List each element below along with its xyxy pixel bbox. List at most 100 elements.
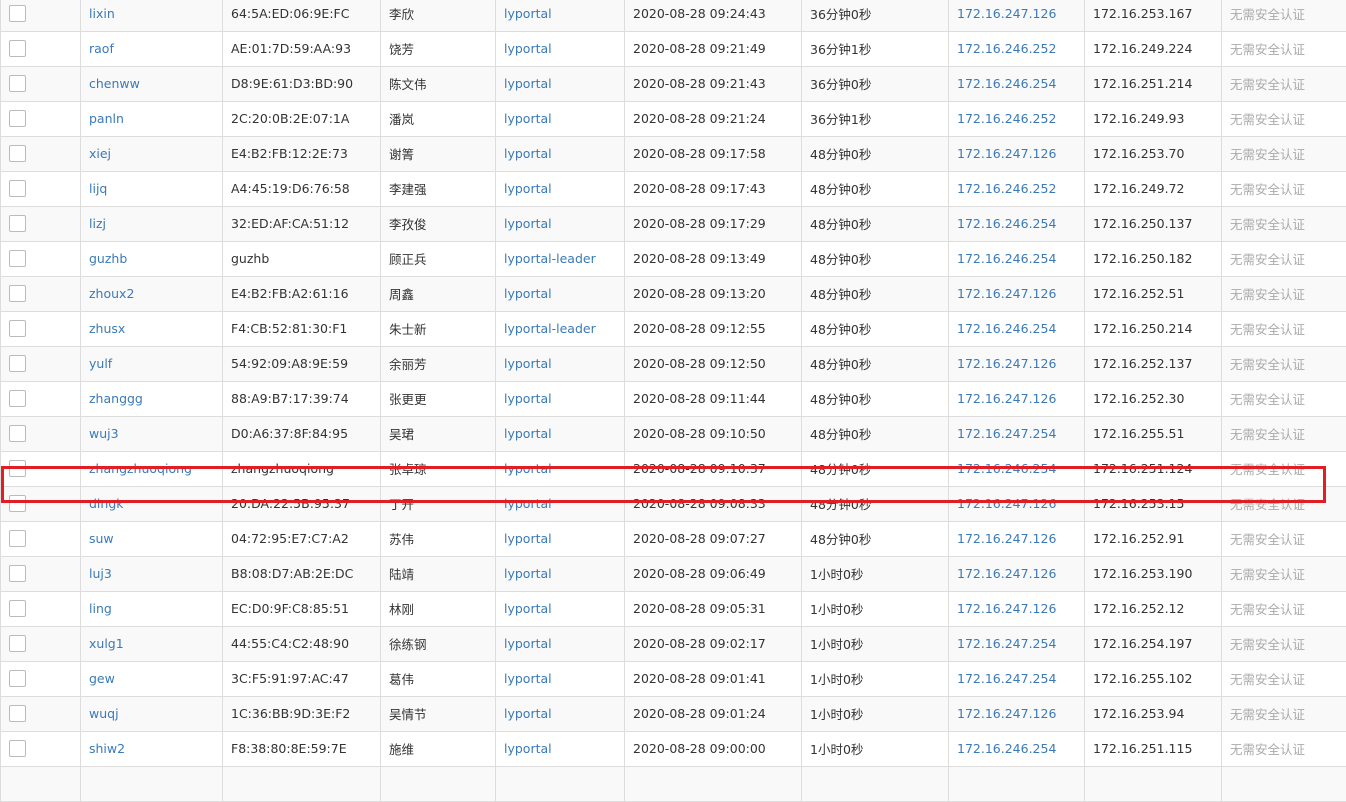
group-link[interactable]: lyportal: [504, 286, 552, 301]
nas-ip-link[interactable]: 172.16.246.254: [957, 321, 1056, 336]
username-link[interactable]: panln: [89, 111, 124, 126]
group-link[interactable]: lyportal: [504, 6, 552, 21]
nas-ip-link[interactable]: 172.16.246.252: [957, 181, 1056, 196]
table-row[interactable]: wuj3 D0:A6:37:8F:84:95 吴珺 lyportal 2020-…: [1, 416, 1346, 451]
group-link[interactable]: lyportal: [504, 496, 552, 511]
table-row[interactable]: zhanggg 88:A9:B7:17:39:74 张更更 lyportal 2…: [1, 381, 1346, 416]
nas-ip-link[interactable]: 172.16.247.126: [957, 356, 1056, 371]
username-link[interactable]: zhusx: [89, 321, 125, 336]
row-checkbox[interactable]: [9, 285, 26, 302]
username-link[interactable]: lizj: [89, 216, 106, 231]
username-link[interactable]: lixin: [89, 6, 115, 21]
table-row[interactable]: shiw2 F8:38:80:8E:59:7E 施维 lyportal 2020…: [1, 731, 1346, 766]
group-link[interactable]: lyportal: [504, 566, 552, 581]
row-checkbox[interactable]: [9, 600, 26, 617]
row-checkbox[interactable]: [9, 705, 26, 722]
table-row[interactable]: lixin 64:5A:ED:06:9E:FC 李欣 lyportal 2020…: [1, 0, 1346, 31]
group-link[interactable]: lyportal: [504, 601, 552, 616]
table-row[interactable]: raof AE:01:7D:59:AA:93 饶芳 lyportal 2020-…: [1, 31, 1346, 66]
nas-ip-link[interactable]: 172.16.247.126: [957, 496, 1056, 511]
group-link[interactable]: lyportal: [504, 531, 552, 546]
group-link[interactable]: lyportal: [504, 76, 552, 91]
row-checkbox[interactable]: [9, 565, 26, 582]
group-link[interactable]: lyportal: [504, 391, 552, 406]
nas-ip-link[interactable]: 172.16.246.254: [957, 216, 1056, 231]
username-link[interactable]: xiej: [89, 146, 111, 161]
table-row[interactable]: lizj 32:ED:AF:CA:51:12 李孜俊 lyportal 2020…: [1, 206, 1346, 241]
group-link[interactable]: lyportal-leader: [504, 251, 596, 266]
row-checkbox[interactable]: [9, 740, 26, 757]
username-link[interactable]: raof: [89, 41, 114, 56]
table-row[interactable]: ling EC:D0:9F:C8:85:51 林刚 lyportal 2020-…: [1, 591, 1346, 626]
table-row[interactable]: lijq A4:45:19:D6:76:58 李建强 lyportal 2020…: [1, 171, 1346, 206]
group-link[interactable]: lyportal: [504, 216, 552, 231]
username-link[interactable]: suw: [89, 531, 114, 546]
username-link[interactable]: lijq: [89, 181, 107, 196]
nas-ip-link[interactable]: 172.16.247.126: [957, 391, 1056, 406]
group-link[interactable]: lyportal: [504, 671, 552, 686]
row-checkbox[interactable]: [9, 355, 26, 372]
table-row[interactable]: zhusx F4:CB:52:81:30:F1 朱士新 lyportal-lea…: [1, 311, 1346, 346]
row-checkbox[interactable]: [9, 495, 26, 512]
table-row[interactable]: guzhb guzhb 顾正兵 lyportal-leader 2020-08-…: [1, 241, 1346, 276]
nas-ip-link[interactable]: 172.16.247.254: [957, 636, 1056, 651]
nas-ip-link[interactable]: 172.16.247.126: [957, 601, 1056, 616]
username-link[interactable]: zhanggg: [89, 391, 143, 406]
username-link[interactable]: guzhb: [89, 251, 127, 266]
table-row[interactable]: dingk 20:DA:22:5B:95:37 丁开 lyportal 2020…: [1, 486, 1346, 521]
nas-ip-link[interactable]: 172.16.247.126: [957, 706, 1056, 721]
group-link[interactable]: lyportal-leader: [504, 321, 596, 336]
nas-ip-link[interactable]: 172.16.246.254: [957, 741, 1056, 756]
table-row[interactable]: xiej E4:B2:FB:12:2E:73 谢箐 lyportal 2020-…: [1, 136, 1346, 171]
username-link[interactable]: chenww: [89, 76, 140, 91]
table-row[interactable]: chenww D8:9E:61:D3:BD:90 陈文伟 lyportal 20…: [1, 66, 1346, 101]
table-row[interactable]: luj3 B8:08:D7:AB:2E:DC 陆靖 lyportal 2020-…: [1, 556, 1346, 591]
row-checkbox[interactable]: [9, 460, 26, 477]
row-checkbox[interactable]: [9, 5, 26, 22]
username-link[interactable]: shiw2: [89, 741, 125, 756]
nas-ip-link[interactable]: 172.16.247.126: [957, 566, 1056, 581]
table-row-highlighted[interactable]: zhangzhuoqiong zhangzhuoqiong 张卓琼 lyport…: [1, 451, 1346, 486]
username-link[interactable]: dingk: [89, 496, 124, 511]
nas-ip-link[interactable]: 172.16.246.254: [957, 461, 1056, 476]
row-checkbox[interactable]: [9, 250, 26, 267]
group-link[interactable]: lyportal: [504, 181, 552, 196]
row-checkbox[interactable]: [9, 390, 26, 407]
table-row[interactable]: gew 3C:F5:91:97:AC:47 葛伟 lyportal 2020-0…: [1, 661, 1346, 696]
group-link[interactable]: lyportal: [504, 41, 552, 56]
table-row[interactable]: panln 2C:20:0B:2E:07:1A 潘岚 lyportal 2020…: [1, 101, 1346, 136]
username-link[interactable]: ling: [89, 601, 112, 616]
username-link[interactable]: wuqj: [89, 706, 119, 721]
group-link[interactable]: lyportal: [504, 706, 552, 721]
table-row[interactable]: yulf 54:92:09:A8:9E:59 余丽芳 lyportal 2020…: [1, 346, 1346, 381]
username-link[interactable]: luj3: [89, 566, 112, 581]
row-checkbox[interactable]: [9, 40, 26, 57]
table-row[interactable]: wuqj 1C:36:BB:9D:3E:F2 吴情节 lyportal 2020…: [1, 696, 1346, 731]
nas-ip-link[interactable]: 172.16.247.126: [957, 6, 1056, 21]
nas-ip-link[interactable]: 172.16.247.126: [957, 286, 1056, 301]
row-checkbox[interactable]: [9, 110, 26, 127]
row-checkbox[interactable]: [9, 670, 26, 687]
row-checkbox[interactable]: [9, 530, 26, 547]
username-link[interactable]: wuj3: [89, 426, 119, 441]
row-checkbox[interactable]: [9, 635, 26, 652]
nas-ip-link[interactable]: 172.16.247.254: [957, 426, 1056, 441]
row-checkbox[interactable]: [9, 145, 26, 162]
group-link[interactable]: lyportal: [504, 636, 552, 651]
group-link[interactable]: lyportal: [504, 461, 552, 476]
nas-ip-link[interactable]: 172.16.246.252: [957, 41, 1056, 56]
nas-ip-link[interactable]: 172.16.247.126: [957, 146, 1056, 161]
nas-ip-link[interactable]: 172.16.246.254: [957, 76, 1056, 91]
group-link[interactable]: lyportal: [504, 426, 552, 441]
group-link[interactable]: lyportal: [504, 356, 552, 371]
row-checkbox[interactable]: [9, 180, 26, 197]
username-link[interactable]: gew: [89, 671, 115, 686]
row-checkbox[interactable]: [9, 320, 26, 337]
table-row[interactable]: xulg1 44:55:C4:C2:48:90 徐练钢 lyportal 202…: [1, 626, 1346, 661]
row-checkbox[interactable]: [9, 215, 26, 232]
table-row[interactable]: suw 04:72:95:E7:C7:A2 苏伟 lyportal 2020-0…: [1, 521, 1346, 556]
nas-ip-link[interactable]: 172.16.247.254: [957, 671, 1056, 686]
username-link[interactable]: zhangzhuoqiong: [89, 461, 192, 476]
group-link[interactable]: lyportal: [504, 146, 552, 161]
group-link[interactable]: lyportal: [504, 741, 552, 756]
